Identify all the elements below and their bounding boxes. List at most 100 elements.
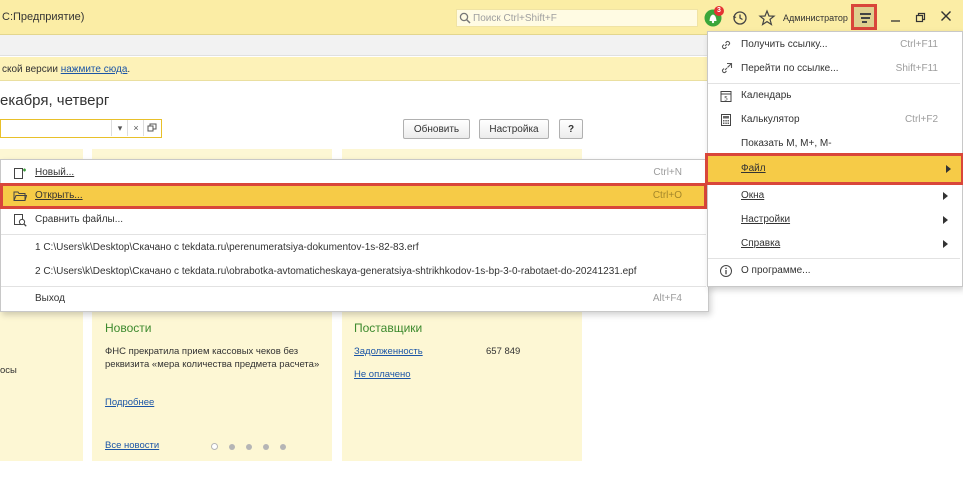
history-icon[interactable] [731, 9, 749, 27]
file-menu-item-new[interactable]: Новый... Ctrl+N [1, 161, 706, 185]
menu-line-icon [861, 17, 870, 19]
main-dropdown-menu: Получить ссылку... Ctrl+F11 Перейти по с… [705, 31, 963, 287]
main-menu-item-calendar[interactable]: 5 Календарь [708, 84, 960, 108]
goto-link-icon [721, 62, 733, 74]
file-menu-shortcut: Ctrl+O [652, 190, 682, 201]
global-search[interactable] [456, 9, 698, 27]
file-menu-shortcut: Alt+F4 [652, 293, 682, 304]
help-button[interactable]: ? [559, 119, 583, 139]
help-label-text: Справка [741, 238, 781, 249]
main-menu-label: Получить ссылку... [741, 39, 828, 50]
link-icon [721, 40, 731, 50]
file-submenu: Новый... Ctrl+N Открыть... Ctrl+O Сравни… [0, 159, 709, 312]
windows-label-text: Окна [741, 190, 765, 201]
all-news-link[interactable]: Все новости [105, 440, 159, 451]
news-title: Новости [105, 321, 152, 335]
menu-line-icon [860, 13, 871, 15]
main-menu-label: Перейти по ссылке... [741, 63, 839, 74]
combo-dropdown-button[interactable]: ▾ [111, 120, 128, 136]
file-menu-item-exit[interactable]: Выход Alt+F4 [1, 287, 706, 311]
close-window-icon[interactable] [940, 10, 952, 22]
news-more-link[interactable]: Подробнее [105, 397, 154, 408]
new-file-icon [14, 168, 26, 179]
banner-text-suffix: . [127, 64, 131, 75]
search-input[interactable] [473, 10, 693, 26]
combo-open-button[interactable] [143, 120, 160, 136]
minimize-icon[interactable] [890, 11, 902, 23]
file-menu-item-open[interactable]: Открыть... Ctrl+O [0, 183, 707, 209]
main-menu-shortcut: Ctrl+F2 [904, 114, 938, 125]
pager-dot[interactable] [263, 444, 269, 450]
compare-files-icon [14, 214, 27, 227]
file-menu-item-recent-2[interactable]: 2 C:\Users\k\Desktop\Скачано с tekdata.r… [1, 260, 706, 284]
banner-text-prefix: ской версии [2, 64, 61, 75]
banner-text: ской версии нажмите сюда. [2, 64, 130, 75]
calendar-icon: 5 [720, 91, 732, 103]
main-menu-label: Показать М, М+, М- [741, 138, 832, 149]
main-menu-label: Настройки [741, 214, 790, 225]
user-name[interactable]: Администратор [783, 13, 848, 23]
main-menu-item-about[interactable]: О программе... [708, 259, 960, 283]
settings-button[interactable]: Настройка [479, 119, 549, 139]
search-icon [459, 12, 471, 24]
main-menu-item-get-link[interactable]: Получить ссылку... Ctrl+F11 [708, 33, 960, 57]
period-combobox[interactable]: ▾ × [0, 119, 162, 138]
main-menu-label: Калькулятор [741, 114, 800, 125]
file-menu-label: Сравнить файлы... [35, 214, 124, 225]
main-menu-label: О программе... [741, 265, 811, 276]
main-menu-item-show-memory[interactable]: Показать М, М+, М- [708, 132, 960, 156]
file-menu-item-compare[interactable]: Сравнить файлы... [1, 208, 706, 232]
main-menu-item-settings[interactable]: Настройки [708, 208, 960, 232]
open-folder-icon [13, 191, 27, 201]
main-menu-shortcut: Ctrl+F11 [900, 39, 938, 50]
main-menu-label: Календарь [741, 90, 792, 101]
settings-label-text: Настройки [741, 214, 791, 225]
combo-clear-button[interactable]: × [127, 120, 144, 136]
left-card-text: осы [0, 365, 17, 376]
pager-dot[interactable] [211, 443, 218, 450]
main-menu-shortcut: Shift+F11 [895, 63, 938, 74]
submenu-arrow-icon [943, 216, 948, 224]
page-heading: екабря, четверг [0, 92, 110, 109]
submenu-arrow-icon [943, 240, 948, 248]
file-menu-label: 1 C:\Users\k\Desktop\Скачано с tekdata.r… [35, 242, 419, 253]
main-menu-label: Справка [741, 238, 780, 249]
pager-dot[interactable] [280, 444, 286, 450]
main-menu-item-goto-link[interactable]: Перейти по ссылке... Shift+F11 [708, 57, 960, 81]
notification-badge: 3 [714, 6, 724, 16]
svg-text:5: 5 [724, 96, 728, 103]
main-menu-item-file[interactable]: Файл [705, 153, 963, 185]
file-label-text: Файл [741, 163, 766, 174]
file-menu-label: Открыть... [35, 190, 83, 201]
main-menu-button[interactable] [851, 4, 877, 30]
news-text: ФНС прекратила прием кассовых чеков без … [105, 346, 320, 370]
banner-link[interactable]: нажмите сюда [61, 64, 128, 75]
file-menu-label: Выход [35, 293, 65, 304]
file-menu-label: Новый... [35, 167, 75, 178]
refresh-button[interactable]: Обновить [403, 119, 470, 139]
menu-line-icon [862, 21, 867, 23]
calculator-icon [721, 114, 731, 126]
file-menu-item-recent-1[interactable]: 1 C:\Users\k\Desktop\Скачано с tekdata.r… [1, 236, 706, 260]
restore-window-icon[interactable] [915, 12, 927, 24]
main-menu-item-calculator[interactable]: Калькулятор Ctrl+F2 [708, 108, 960, 132]
submenu-arrow-icon [943, 192, 948, 200]
info-banner: ской версии нажмите сюда. [0, 57, 720, 81]
main-menu-label: Файл [741, 163, 766, 174]
file-menu-label: 2 C:\Users\k\Desktop\Скачано с tekdata.r… [35, 266, 637, 277]
main-menu-item-help[interactable]: Справка [708, 232, 960, 256]
file-menu-shortcut: Ctrl+N [653, 167, 682, 178]
main-menu-item-windows[interactable]: Окна [708, 184, 960, 208]
open-window-icon [147, 123, 157, 132]
suppliers-unpaid-link[interactable]: Не оплачено [354, 369, 411, 380]
favorites-star-icon[interactable] [758, 9, 776, 27]
suppliers-debt-value: 657 849 [486, 346, 521, 357]
pager-dot[interactable] [229, 444, 235, 450]
suppliers-debt-link[interactable]: Задолженность [354, 346, 423, 357]
info-icon [720, 265, 732, 277]
app-title: С:Предприятие) [2, 11, 85, 23]
main-menu-label: Окна [741, 190, 764, 201]
news-pager [211, 441, 297, 453]
pager-dot[interactable] [246, 444, 252, 450]
submenu-arrow-icon [946, 165, 951, 173]
